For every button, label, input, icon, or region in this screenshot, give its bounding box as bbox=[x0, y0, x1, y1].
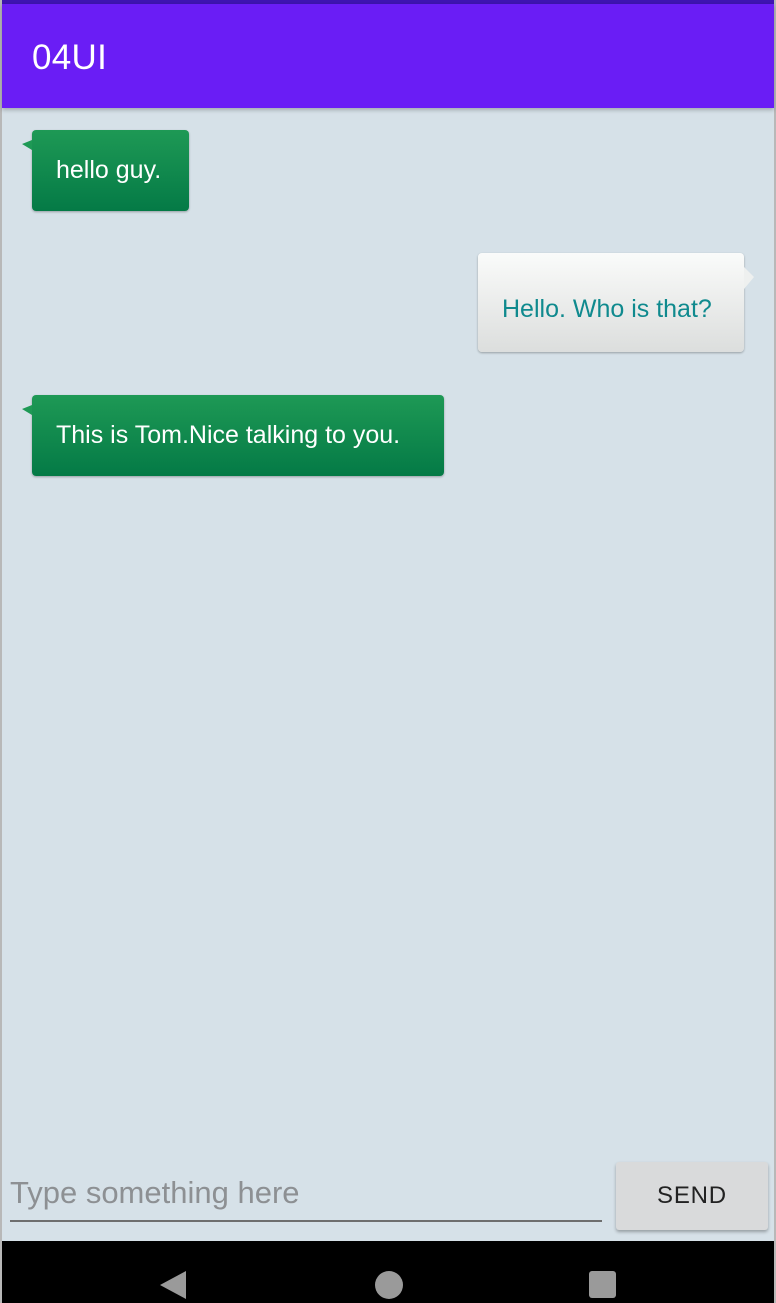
app-title: 04UI bbox=[32, 38, 108, 77]
sent-message-bubble[interactable]: Hello. Who is that? bbox=[478, 253, 754, 352]
message-list[interactable]: hello guy. Hello. Who is that? This is T… bbox=[2, 108, 774, 1148]
received-message-bubble[interactable]: This is Tom.Nice talking to you. bbox=[22, 395, 444, 476]
input-bar: SEND bbox=[2, 1150, 774, 1242]
recents-icon[interactable] bbox=[589, 1271, 616, 1298]
app-bar: 04UI bbox=[2, 4, 774, 108]
navigation-bar bbox=[2, 1241, 774, 1303]
home-icon[interactable] bbox=[375, 1271, 403, 1299]
received-message-bubble[interactable]: hello guy. bbox=[22, 130, 189, 211]
back-icon[interactable] bbox=[160, 1271, 186, 1299]
send-button[interactable]: SEND bbox=[616, 1162, 768, 1230]
chat-screen: 04UI hello guy. Hello. Who is that? This… bbox=[0, 0, 776, 1303]
message-input[interactable] bbox=[10, 1172, 602, 1222]
